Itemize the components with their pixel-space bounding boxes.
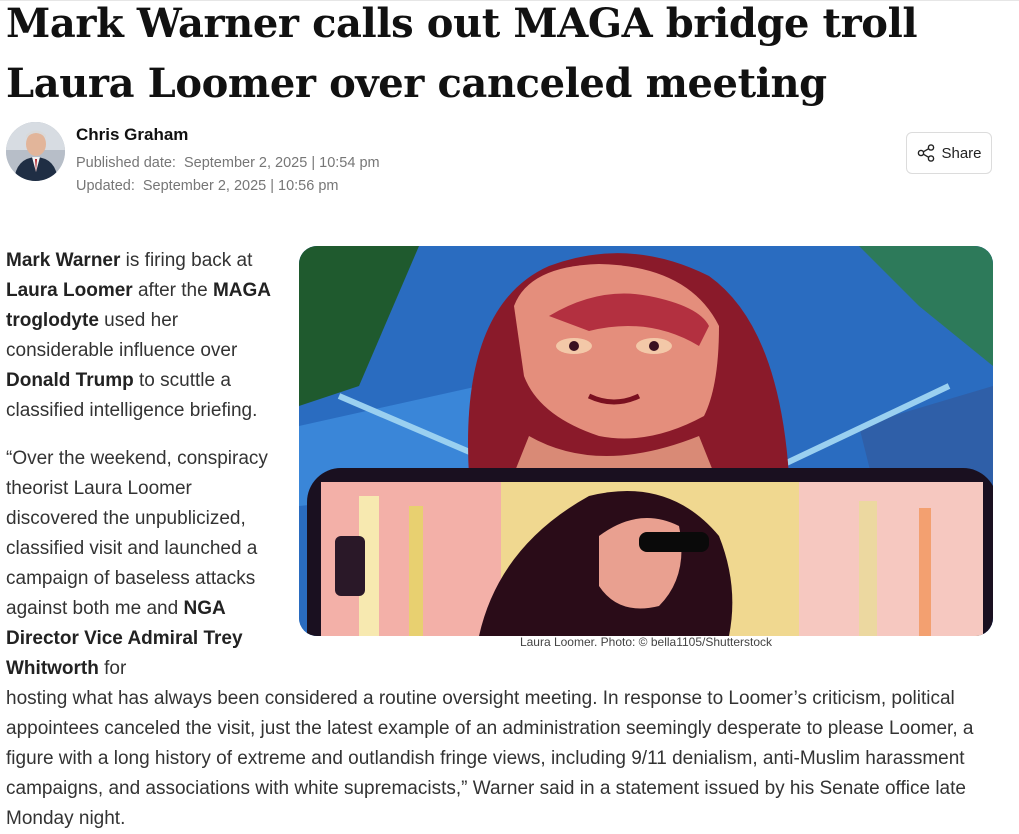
article-title: Mark Warner calls out MAGA bridge troll …: [6, 0, 918, 107]
author-portrait-image: [6, 122, 65, 181]
updated-value: September 2, 2025 | 10:56 pm: [142, 178, 339, 194]
share-icon: [918, 144, 935, 162]
paragraph-2-continued: hosting what has always been considered …: [6, 688, 974, 829]
text: is firing back at: [120, 250, 253, 271]
pop-art-portrait-illustration: [299, 246, 993, 636]
share-button[interactable]: Share: [906, 132, 992, 174]
paragraph-2: “Over the weekend, conspiracy theorist L…: [6, 444, 278, 684]
paragraph-1: Mark Warner is firing back at Laura Loom…: [6, 246, 278, 426]
link-laura-loomer[interactable]: Laura Loomer: [6, 280, 133, 301]
link-donald-trump[interactable]: Donald Trump: [6, 370, 134, 391]
published-date: Published date: September 2, 2025 | 10:54…: [76, 155, 380, 171]
image-caption: Laura Loomer. Photo: © bella1105/Shutter…: [519, 635, 773, 649]
published-label: Published date:: [76, 155, 176, 171]
updated-label: Updated:: [76, 178, 135, 194]
author-avatar[interactable]: [6, 122, 65, 181]
share-label: Share: [941, 144, 982, 162]
published-value: September 2, 2025 | 10:54 pm: [183, 155, 380, 171]
text: for: [98, 658, 127, 679]
author-name[interactable]: Chris Graham: [76, 125, 188, 145]
updated-date: Updated: September 2, 2025 | 10:56 pm: [76, 178, 338, 194]
text: “Over the weekend, conspiracy theorist L…: [6, 448, 268, 619]
article-hero-image[interactable]: [299, 246, 993, 636]
link-mark-warner[interactable]: Mark Warner: [6, 250, 120, 271]
text: after the: [132, 280, 213, 301]
